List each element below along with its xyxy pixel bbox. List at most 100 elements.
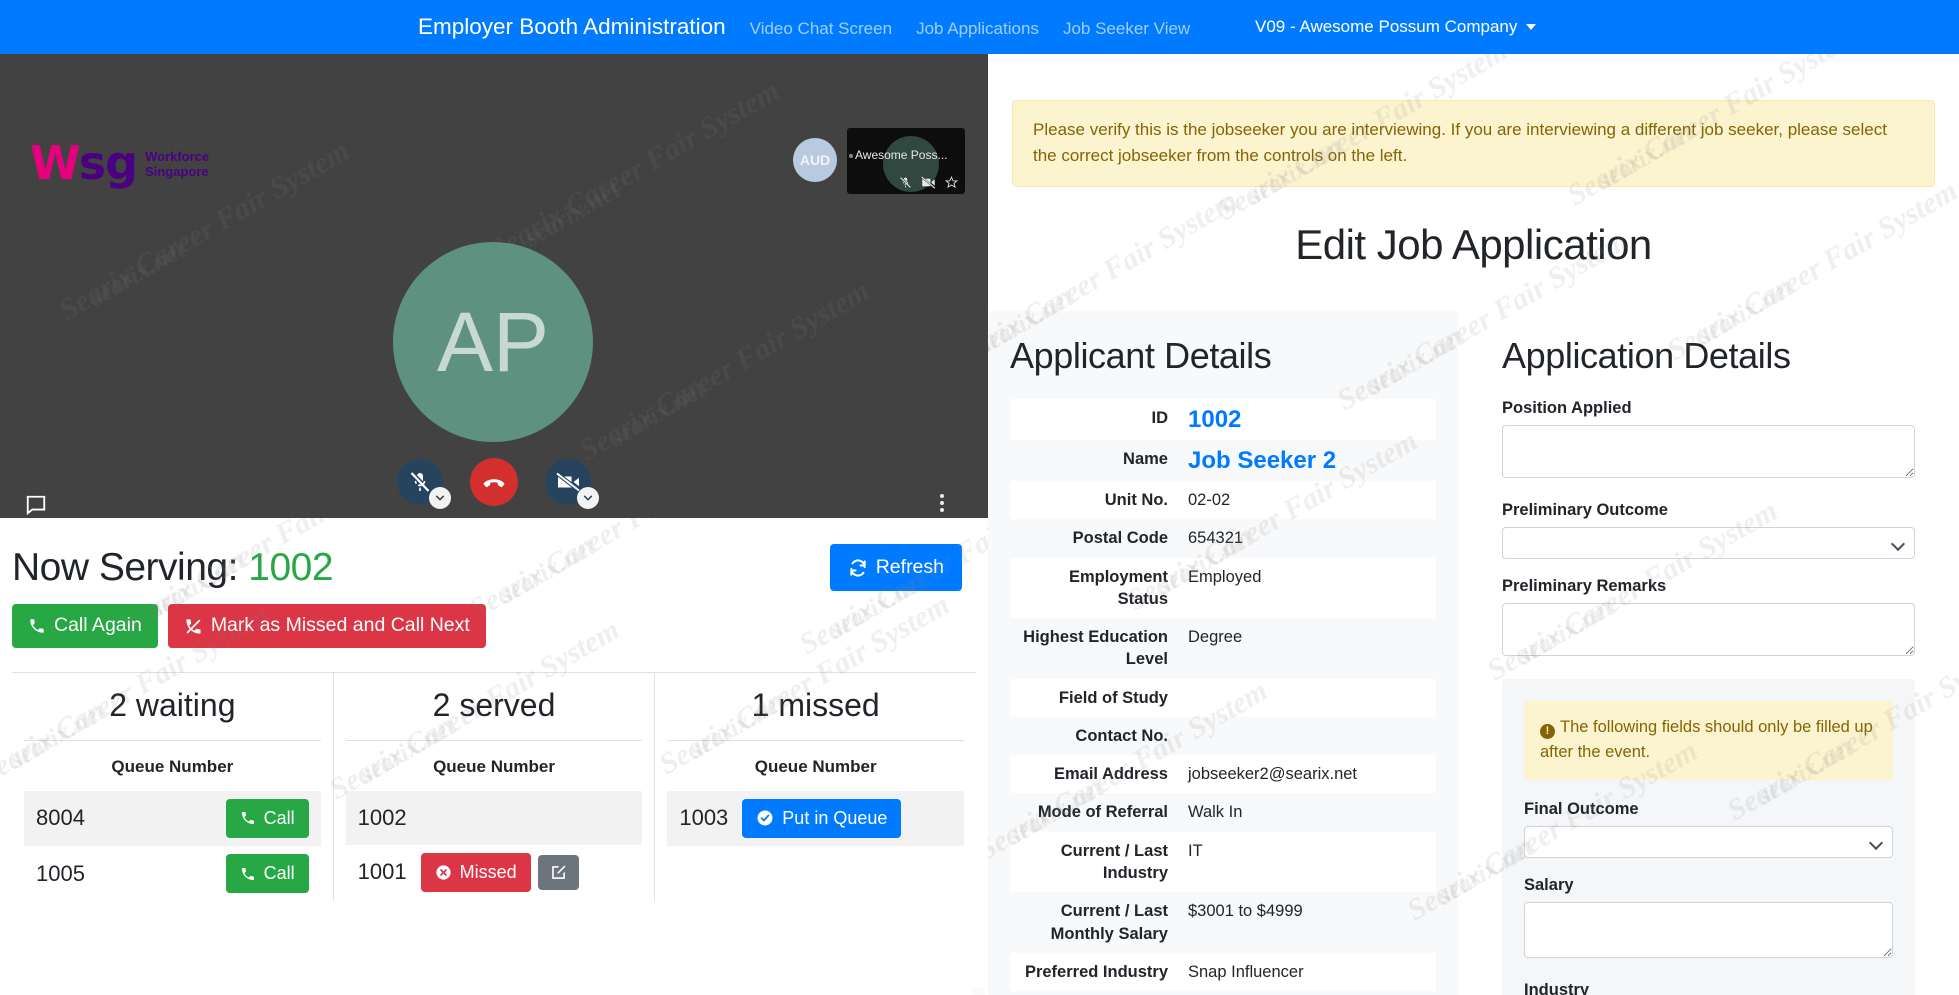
- table-row: 1003 Put in Queue: [667, 790, 965, 847]
- row-value: $3001 to $4999: [1188, 902, 1303, 921]
- mark-missed-label: Mark as Missed and Call Next: [210, 614, 470, 637]
- row-key: Preferred Monthly Salary: [1010, 991, 1178, 995]
- camera-options-chevron[interactable]: [577, 487, 599, 509]
- put-in-queue-label: Put in Queue: [782, 807, 888, 828]
- queue-column-missed: 1 missed Queue Number 1003 Put in Queue: [654, 672, 976, 902]
- queue-scrollbar-track[interactable]: [972, 988, 985, 995]
- table-row: 8004 Call: [24, 790, 321, 847]
- chevron-down-icon: [583, 495, 593, 501]
- navbar-brand[interactable]: Employer Booth Administration: [418, 14, 726, 40]
- chat-button[interactable]: [25, 494, 47, 518]
- row-value: Degree: [1188, 628, 1243, 647]
- row-key: Postal Code: [1072, 529, 1168, 548]
- wsg-logo-w: W: [30, 136, 81, 190]
- queue-column-waiting: 2 waiting Queue Number 8004 Call 1005 Ca…: [12, 673, 333, 902]
- row-value: Employed: [1188, 567, 1262, 586]
- row-value: [1178, 991, 1436, 995]
- edit-button[interactable]: [537, 854, 579, 890]
- row-key: Email Address: [1053, 765, 1168, 784]
- salary-label: Salary: [1524, 875, 1574, 894]
- row-key: Field of Study: [1058, 688, 1168, 707]
- turn-off-camera-button[interactable]: [545, 459, 599, 509]
- call-button[interactable]: Call: [225, 798, 309, 839]
- position-applied-label: Position Applied: [1502, 398, 1632, 417]
- nav-link-job-seeker-view[interactable]: Job Seeker View: [1063, 19, 1190, 39]
- salary-group: Salary: [1524, 876, 1893, 963]
- account-dropdown[interactable]: V09 - Awesome Possum Company: [1255, 17, 1537, 37]
- queue-number: 1003: [679, 805, 729, 831]
- row-key: Employment Status: [1068, 567, 1168, 608]
- row-key: Contact No.: [1075, 726, 1168, 745]
- nav-link-video-chat-screen[interactable]: Video Chat Screen: [750, 19, 892, 39]
- wsg-logo-sg: sg: [78, 136, 138, 190]
- circle-x-icon: [436, 865, 451, 880]
- audio-participant-badge: AUD: [793, 138, 837, 182]
- row-key: Unit No.: [1104, 491, 1168, 510]
- refresh-button[interactable]: Refresh: [829, 544, 962, 592]
- table-row: Field of Study: [1010, 678, 1436, 717]
- put-in-queue-button[interactable]: Put in Queue: [742, 798, 902, 839]
- preliminary-outcome-label: Preliminary Outcome: [1502, 500, 1668, 519]
- final-outcome-select[interactable]: [1524, 825, 1893, 858]
- queue-number: 1001: [357, 859, 407, 885]
- waiting-count-heading: 2 waiting: [109, 686, 236, 723]
- phone-icon: [30, 619, 44, 633]
- self-view-name: Awesome Poss...: [855, 148, 948, 162]
- now-serving-label: Now Serving:: [12, 545, 238, 589]
- nav-link-job-applications[interactable]: Job Applications: [916, 19, 1039, 39]
- salary-input[interactable]: [1524, 901, 1893, 958]
- mark-missed-call-next-button[interactable]: Mark as Missed and Call Next: [167, 604, 486, 648]
- watermark-text: Searix Career Fair System: [573, 273, 876, 468]
- table-row: Email Address jobseeker2@searix.net: [1010, 755, 1436, 794]
- row-key: Mode of Referral: [1037, 803, 1168, 822]
- row-value: [1178, 717, 1436, 755]
- camera-off-icon: [555, 471, 581, 493]
- microphone-options-chevron[interactable]: [429, 487, 451, 509]
- watermark-text: searix.net: [519, 174, 625, 253]
- avatar-initials: AP: [436, 294, 550, 389]
- chevron-down-icon: [435, 495, 445, 501]
- position-applied-group: Position Applied: [1502, 399, 1915, 483]
- preliminary-outcome-select[interactable]: [1502, 526, 1915, 559]
- edit-pencil-icon: [551, 865, 566, 879]
- waiting-column-header: Queue Number: [24, 739, 321, 791]
- wsg-logo: W sg Workforce Singapore: [30, 140, 209, 186]
- missed-button[interactable]: Missed: [420, 852, 531, 893]
- video-call-panel: Searix Career Fair System searix.net Sea…: [0, 54, 988, 518]
- row-value: [1178, 679, 1436, 717]
- table-row: Current / Last Monthly Salary $3001 to $…: [1010, 892, 1436, 953]
- more-options-button[interactable]: [940, 494, 944, 512]
- mute-microphone-button[interactable]: [397, 459, 451, 509]
- chevron-down-icon: [1526, 24, 1537, 30]
- table-row: Name Job Seeker 2: [1010, 439, 1436, 482]
- final-outcome-label: Final Outcome: [1524, 799, 1639, 818]
- row-key: Highest Education Level: [1023, 628, 1168, 669]
- table-row: Preferred Monthly Salary: [1010, 991, 1436, 995]
- preliminary-remarks-input[interactable]: [1502, 602, 1915, 656]
- preliminary-outcome-select-wrap: [1502, 526, 1915, 559]
- hang-up-button[interactable]: [470, 458, 518, 506]
- post-event-alert: ! The following fields should only be fil…: [1524, 700, 1893, 780]
- served-count-heading: 2 served: [432, 686, 556, 723]
- now-serving-number: 1002: [248, 545, 334, 589]
- industry-group: Industry: [1524, 981, 1893, 995]
- post-event-section: ! The following fields should only be fil…: [1502, 678, 1915, 995]
- account-name: V09 - Awesome Possum Company: [1255, 17, 1518, 36]
- row-value: Snap Influencer: [1188, 962, 1304, 981]
- call-again-button[interactable]: Call Again: [12, 604, 158, 648]
- queue-number: 8004: [36, 805, 85, 831]
- industry-label: Industry: [1524, 980, 1590, 995]
- dot-icon: [940, 508, 944, 512]
- row-value: jobseeker2@searix.net: [1188, 765, 1358, 784]
- call-label: Call: [263, 863, 295, 884]
- call-button[interactable]: Call: [225, 854, 309, 894]
- queue-number: 1005: [36, 860, 85, 886]
- camera-off-icon: [921, 176, 936, 189]
- status-dot-icon: [849, 154, 853, 158]
- position-applied-input[interactable]: [1502, 424, 1915, 478]
- self-view-thumbnail[interactable]: Awesome Poss...: [847, 128, 965, 194]
- verify-jobseeker-alert: Please verify this is the jobseeker you …: [1012, 100, 1935, 187]
- left-column: Searix Career Fair System searix.net Sea…: [0, 54, 988, 995]
- dot-icon: [940, 501, 944, 505]
- star-icon[interactable]: [945, 176, 958, 189]
